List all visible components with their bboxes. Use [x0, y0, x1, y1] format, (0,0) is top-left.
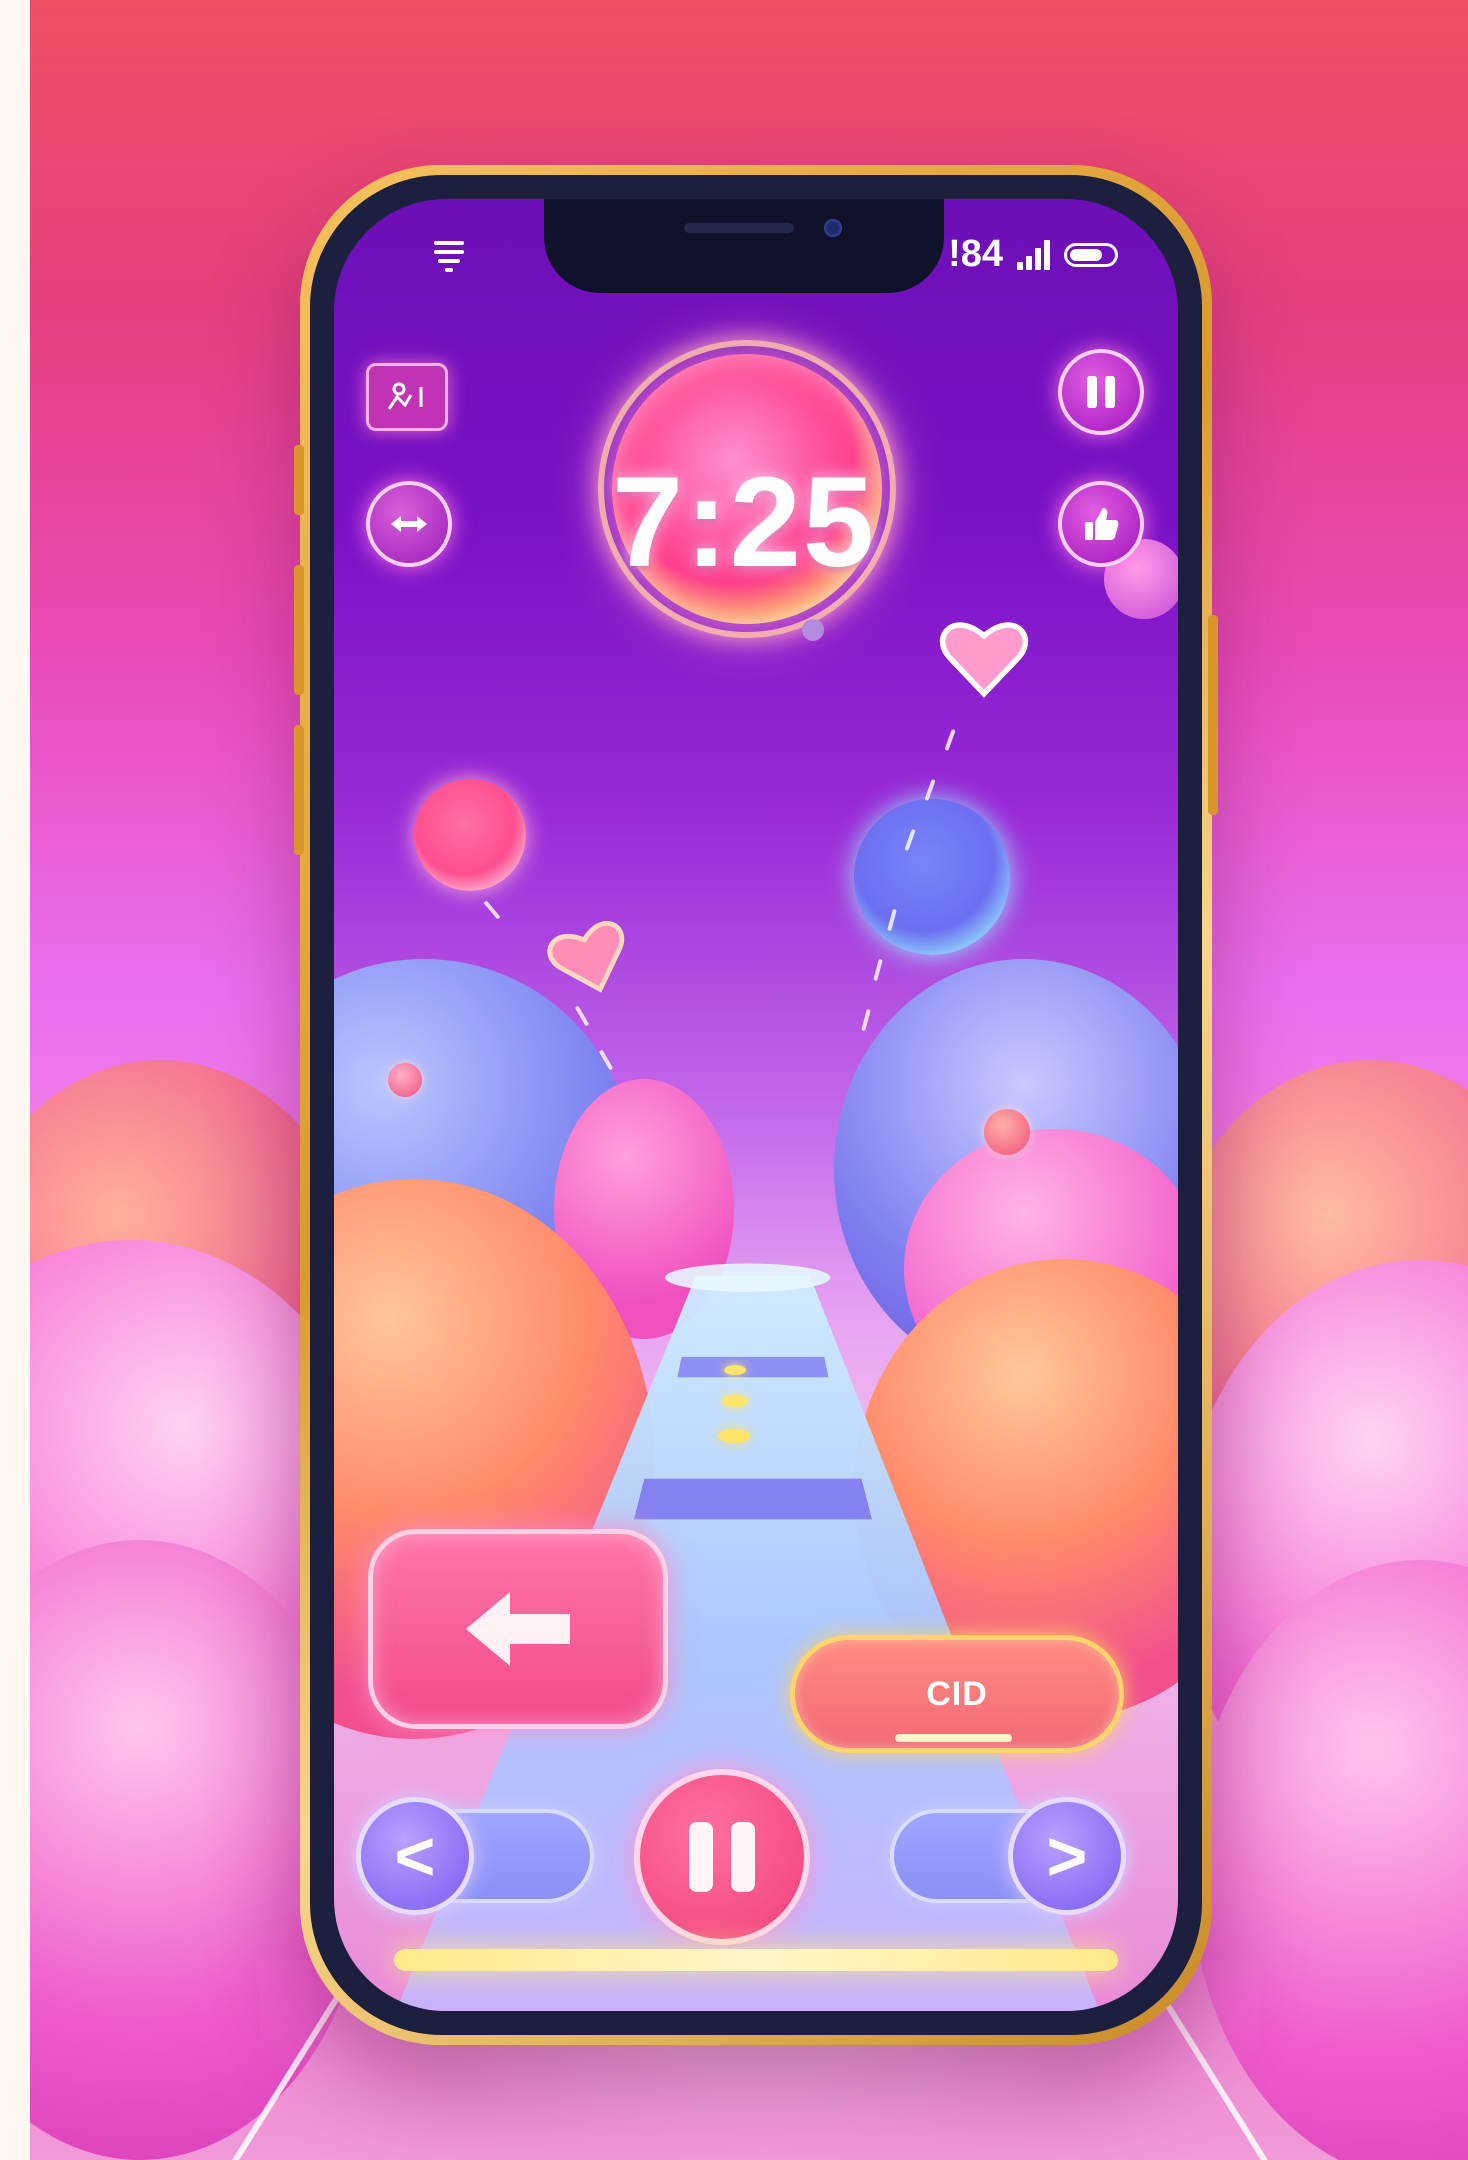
pause-icon[interactable]: [1058, 349, 1144, 435]
player-card-icon[interactable]: [366, 363, 448, 431]
nav-left-button[interactable]: <: [356, 1797, 474, 1915]
phone-volume-down: [294, 725, 304, 855]
swap-arrows-icon[interactable]: [366, 481, 452, 567]
cid-button[interactable]: CID: [790, 1635, 1124, 1753]
game-timer: 7:25: [611, 451, 877, 594]
home-indicator-bar: [394, 1949, 1118, 1971]
phone-power-button: [1208, 615, 1218, 815]
game-screen: !84 7:25 CID < >: [334, 199, 1178, 2011]
nav-right-button[interactable]: >: [1008, 1797, 1126, 1915]
chevron-right-icon: >: [1046, 1817, 1088, 1895]
phone-bezel: !84 7:25 CID < >: [310, 175, 1202, 2035]
floating-orb-pink: [414, 779, 526, 891]
phone-volume-up: [294, 565, 304, 695]
front-camera: [824, 219, 842, 237]
track-coin: [722, 1395, 748, 1407]
phone-frame: !84 7:25 CID < >: [294, 165, 1218, 2045]
status-bar: !84: [948, 233, 1118, 276]
center-pause-button[interactable]: [634, 1769, 810, 1945]
track-coin: [724, 1365, 746, 1375]
battery-icon: [1064, 242, 1118, 267]
phone-notch: [544, 199, 944, 293]
menu-icon[interactable]: [434, 241, 464, 277]
floating-orb-tiny-pink: [388, 1063, 422, 1097]
status-time: !84: [948, 233, 1003, 275]
signal-icon: [1017, 239, 1050, 270]
heart-icon: [939, 622, 1029, 698]
phone-side-button: [294, 445, 304, 515]
thumbs-up-icon[interactable]: [1058, 481, 1144, 567]
track-coin: [718, 1429, 750, 1443]
cid-progress-bar: [895, 1734, 1012, 1742]
arrow-left-icon: [466, 1592, 570, 1666]
speaker-grille: [684, 223, 794, 233]
floating-orb-small: [802, 619, 824, 641]
floating-orb-blue: [854, 799, 1010, 955]
chevron-left-icon: <: [394, 1817, 436, 1895]
move-left-button[interactable]: [368, 1529, 668, 1729]
floating-orb-tiny-red: [984, 1109, 1030, 1155]
cid-label: CID: [926, 1674, 988, 1713]
